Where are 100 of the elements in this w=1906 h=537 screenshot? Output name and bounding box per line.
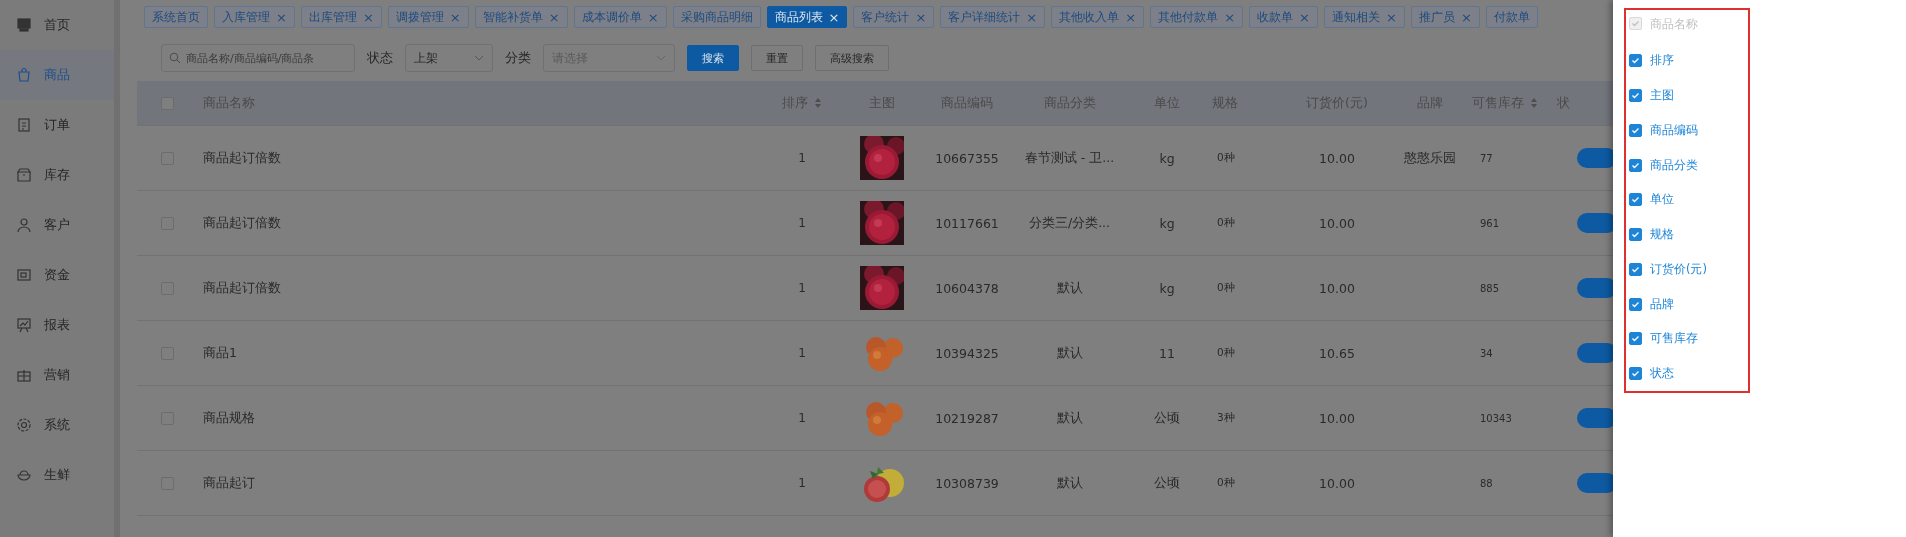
filter-button[interactable]: 搜索 bbox=[687, 45, 739, 71]
tab[interactable]: 智能补货单 × bbox=[474, 6, 568, 28]
close-button[interactable]: × bbox=[1299, 10, 1310, 24]
tab[interactable]: 采购商品明细 bbox=[672, 6, 761, 28]
sidebar-label: 订单 bbox=[44, 116, 70, 134]
table-cell: 10308739 bbox=[935, 475, 999, 491]
tab[interactable]: 入库管理 × bbox=[214, 6, 295, 28]
sidebar-item[interactable]: 客户 bbox=[0, 200, 114, 250]
close-button[interactable]: × bbox=[362, 10, 374, 24]
close-button[interactable]: × bbox=[1026, 10, 1038, 24]
check-icon bbox=[1631, 299, 1640, 309]
table-cell: 10219287 bbox=[935, 410, 999, 426]
status-label: 状态 bbox=[367, 49, 393, 67]
category-label: 分类 bbox=[505, 49, 531, 67]
table-cell: 77 bbox=[1480, 152, 1493, 164]
close-button[interactable]: × bbox=[548, 10, 560, 24]
wallet-icon bbox=[16, 267, 32, 283]
column-option[interactable]: 订货价(元) bbox=[1629, 251, 1748, 287]
sidebar-label: 商品 bbox=[44, 66, 70, 84]
status-toggle[interactable] bbox=[1577, 278, 1613, 298]
table-cell: 34 bbox=[1480, 347, 1493, 359]
sidebar-item[interactable]: 首页 bbox=[0, 0, 114, 50]
tab[interactable]: 付款单 bbox=[1485, 6, 1538, 28]
checkbox[interactable] bbox=[1629, 262, 1642, 276]
close-button[interactable]: × bbox=[449, 10, 461, 24]
tab[interactable]: 调拨管理 × bbox=[387, 6, 469, 28]
table-cell: 885 bbox=[1480, 282, 1500, 294]
tab[interactable]: 收款单 × bbox=[1249, 6, 1318, 28]
status-toggle[interactable] bbox=[1577, 473, 1613, 493]
checkbox[interactable] bbox=[1629, 88, 1642, 102]
home-icon bbox=[16, 17, 32, 33]
status-toggle[interactable] bbox=[1577, 148, 1613, 168]
column-option[interactable]: 商品编码 bbox=[1629, 112, 1748, 148]
tab[interactable]: 出库管理 × bbox=[300, 6, 382, 28]
check-icon bbox=[1631, 334, 1640, 344]
checkbox[interactable] bbox=[1629, 228, 1642, 242]
tab[interactable]: 通知相关 × bbox=[1323, 6, 1405, 28]
tab[interactable]: 推广员 × bbox=[1410, 6, 1480, 28]
table-cell: 商品起订 bbox=[203, 474, 255, 492]
table-cell: 公顷 bbox=[1154, 409, 1180, 427]
box-icon bbox=[16, 167, 32, 183]
checkbox[interactable] bbox=[1629, 367, 1642, 381]
close-button[interactable]: × bbox=[915, 10, 927, 24]
bag-icon bbox=[16, 67, 32, 83]
search-field[interactable]: 商品名称/商品编码/商品条 bbox=[161, 44, 355, 72]
sort-icon[interactable] bbox=[1530, 97, 1538, 109]
table-cell: kg bbox=[1159, 150, 1175, 166]
tab[interactable]: 其他收入单 × bbox=[1051, 6, 1145, 28]
checkbox[interactable] bbox=[1629, 123, 1642, 137]
tab[interactable]: 成本调价单 × bbox=[573, 6, 667, 28]
close-button[interactable]: × bbox=[1125, 10, 1137, 24]
sort-icon[interactable] bbox=[814, 97, 822, 109]
column-option[interactable]: 单位 bbox=[1629, 182, 1748, 218]
column-option[interactable]: 商品分类 bbox=[1629, 147, 1748, 183]
sidebar-item[interactable]: 生鲜 bbox=[0, 450, 114, 500]
sidebar-item[interactable]: 资金 bbox=[0, 250, 114, 300]
filter-button[interactable]: 高级搜索 bbox=[815, 45, 889, 71]
column-option[interactable]: 排序 bbox=[1629, 43, 1748, 79]
column-option[interactable]: 品牌 bbox=[1629, 286, 1748, 322]
sidebar-label: 库存 bbox=[44, 166, 70, 184]
tab[interactable]: 其他付款单 × bbox=[1150, 6, 1244, 28]
tab[interactable]: 商品列表 × bbox=[766, 6, 848, 28]
checkbox[interactable] bbox=[1629, 332, 1642, 346]
close-button[interactable]: × bbox=[1460, 10, 1472, 24]
checkbox[interactable] bbox=[1629, 54, 1642, 68]
chevron-down-icon bbox=[656, 55, 666, 61]
close-button[interactable]: × bbox=[1385, 10, 1397, 24]
column-option[interactable]: 主图 bbox=[1629, 78, 1748, 113]
checkbox[interactable] bbox=[1629, 193, 1642, 207]
status-toggle[interactable] bbox=[1577, 213, 1613, 233]
tab[interactable]: 客户详细统计 × bbox=[940, 6, 1046, 28]
sidebar-item[interactable]: 报表 bbox=[0, 300, 114, 350]
sidebar-item[interactable]: 商品 bbox=[0, 50, 114, 100]
check-icon bbox=[1631, 264, 1640, 274]
status-select[interactable]: 上架 bbox=[405, 44, 493, 72]
check-icon bbox=[1631, 90, 1640, 100]
table-cell: 商品规格 bbox=[203, 409, 255, 427]
tab[interactable]: 系统首页 bbox=[144, 6, 208, 28]
status-toggle[interactable] bbox=[1577, 408, 1613, 428]
table-cell: 961 bbox=[1480, 217, 1500, 229]
column-option[interactable]: 可售库存 bbox=[1629, 321, 1748, 357]
table-cell: kg bbox=[1159, 280, 1175, 296]
search-icon bbox=[169, 52, 181, 64]
close-button[interactable]: × bbox=[276, 10, 287, 24]
sidebar-item[interactable]: 系统 bbox=[0, 400, 114, 450]
sidebar-item[interactable]: 营销 bbox=[0, 350, 114, 400]
tab[interactable]: 客户统计 × bbox=[853, 6, 935, 28]
checkbox[interactable] bbox=[1629, 158, 1642, 172]
close-button[interactable]: × bbox=[828, 10, 840, 24]
column-option[interactable]: 状态 bbox=[1629, 356, 1748, 391]
sidebar-item[interactable]: 订单 bbox=[0, 100, 114, 150]
status-toggle[interactable] bbox=[1577, 343, 1613, 363]
checkbox[interactable] bbox=[1629, 297, 1642, 311]
check-icon bbox=[1631, 195, 1640, 205]
filter-button[interactable]: 重置 bbox=[751, 45, 803, 71]
sidebar-item[interactable]: 库存 bbox=[0, 150, 114, 200]
table-cell: 10.00 bbox=[1319, 215, 1355, 231]
close-button[interactable]: × bbox=[647, 10, 659, 24]
close-button[interactable]: × bbox=[1224, 10, 1236, 24]
column-option[interactable]: 规格 bbox=[1629, 217, 1748, 252]
